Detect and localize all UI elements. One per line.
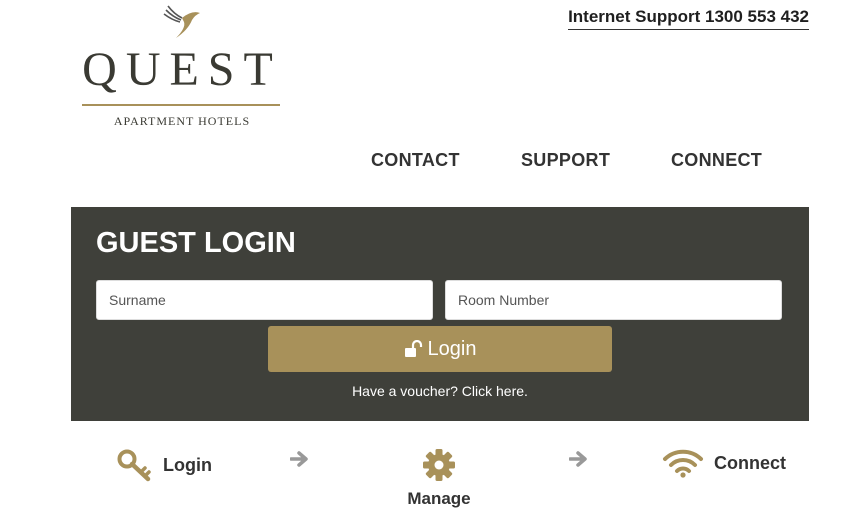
arrow-right-icon — [290, 451, 308, 467]
step-login-label: Login — [163, 454, 212, 475]
step-connect: Connect — [662, 448, 786, 478]
unlock-icon — [404, 340, 422, 357]
login-title: GUEST LOGIN — [96, 227, 296, 259]
voucher-link[interactable]: Have a voucher? Click here. — [71, 383, 809, 399]
internet-support-link[interactable]: Internet Support 1300 553 432 — [568, 7, 809, 30]
login-button-label: Login — [427, 337, 477, 360]
logo-subtitle: APARTMENT HOTELS — [113, 114, 251, 128]
step-connect-label: Connect — [714, 452, 786, 473]
step-login: Login — [117, 448, 212, 482]
room-number-input[interactable] — [445, 280, 782, 320]
logo-divider — [82, 104, 280, 106]
nav-support[interactable]: SUPPORT — [521, 150, 610, 171]
wifi-icon — [663, 449, 703, 478]
arrow-right-icon — [569, 451, 587, 467]
key-icon — [117, 449, 151, 482]
nav-connect[interactable]: CONNECT — [671, 150, 762, 171]
login-button[interactable]: Login — [268, 326, 612, 372]
step-manage-label: Manage — [407, 489, 471, 508]
nav-contact[interactable]: CONTACT — [371, 150, 460, 171]
gear-icon — [423, 449, 455, 481]
step-manage: Manage — [406, 448, 472, 509]
bird-logo-icon — [163, 5, 200, 38]
surname-input[interactable] — [96, 280, 433, 320]
quest-logo: QUEST APARTMENT HOTELS — [82, 4, 282, 134]
guest-login-panel: GUEST LOGIN Login Have a voucher? Click … — [71, 207, 809, 421]
logo-wordmark: QUEST — [82, 43, 282, 96]
